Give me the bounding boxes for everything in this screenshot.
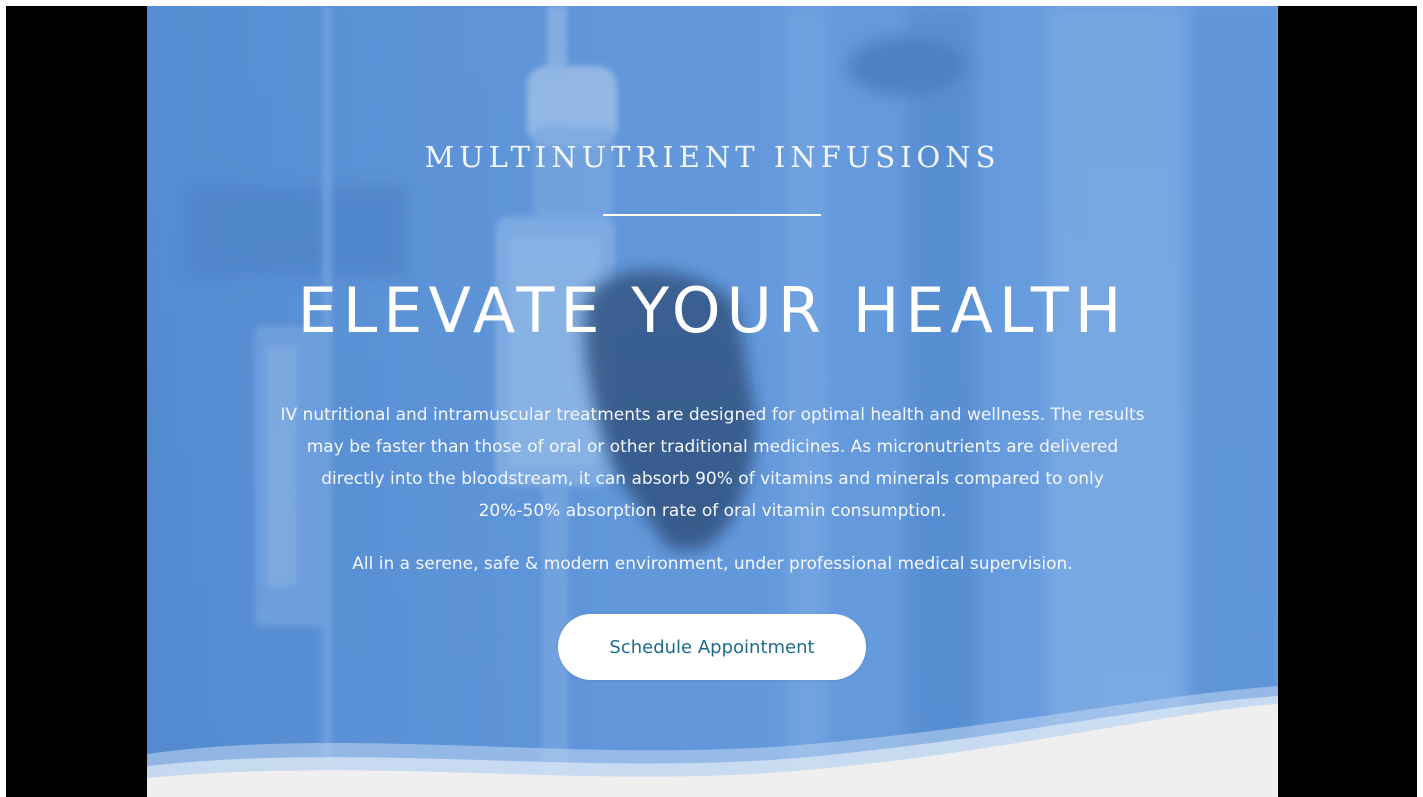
letterbox-right	[1278, 6, 1417, 797]
hero-headline: ELEVATE YOUR HEALTH	[297, 274, 1128, 347]
hero-description: IV nutritional and intramuscular treatme…	[247, 399, 1178, 527]
hero-tagline: All in a serene, safe & modern environme…	[352, 554, 1073, 574]
description-line: directly into the bloodstream, it can ab…	[321, 469, 1104, 489]
hero-bottom-wave	[147, 666, 1278, 797]
eyebrow-title: MULTINUTRIENT INFUSIONS	[424, 140, 1001, 174]
description-line: may be faster than those of oral or othe…	[306, 437, 1119, 457]
title-divider	[603, 214, 821, 216]
description-line: IV nutritional and intramuscular treatme…	[280, 405, 1145, 425]
hero-section: MULTINUTRIENT INFUSIONS ELEVATE YOUR HEA…	[147, 6, 1278, 797]
letterbox-left	[6, 6, 147, 797]
screen: MULTINUTRIENT INFUSIONS ELEVATE YOUR HEA…	[0, 0, 1423, 797]
description-line: 20%-50% absorption rate of oral vitamin …	[478, 501, 947, 521]
